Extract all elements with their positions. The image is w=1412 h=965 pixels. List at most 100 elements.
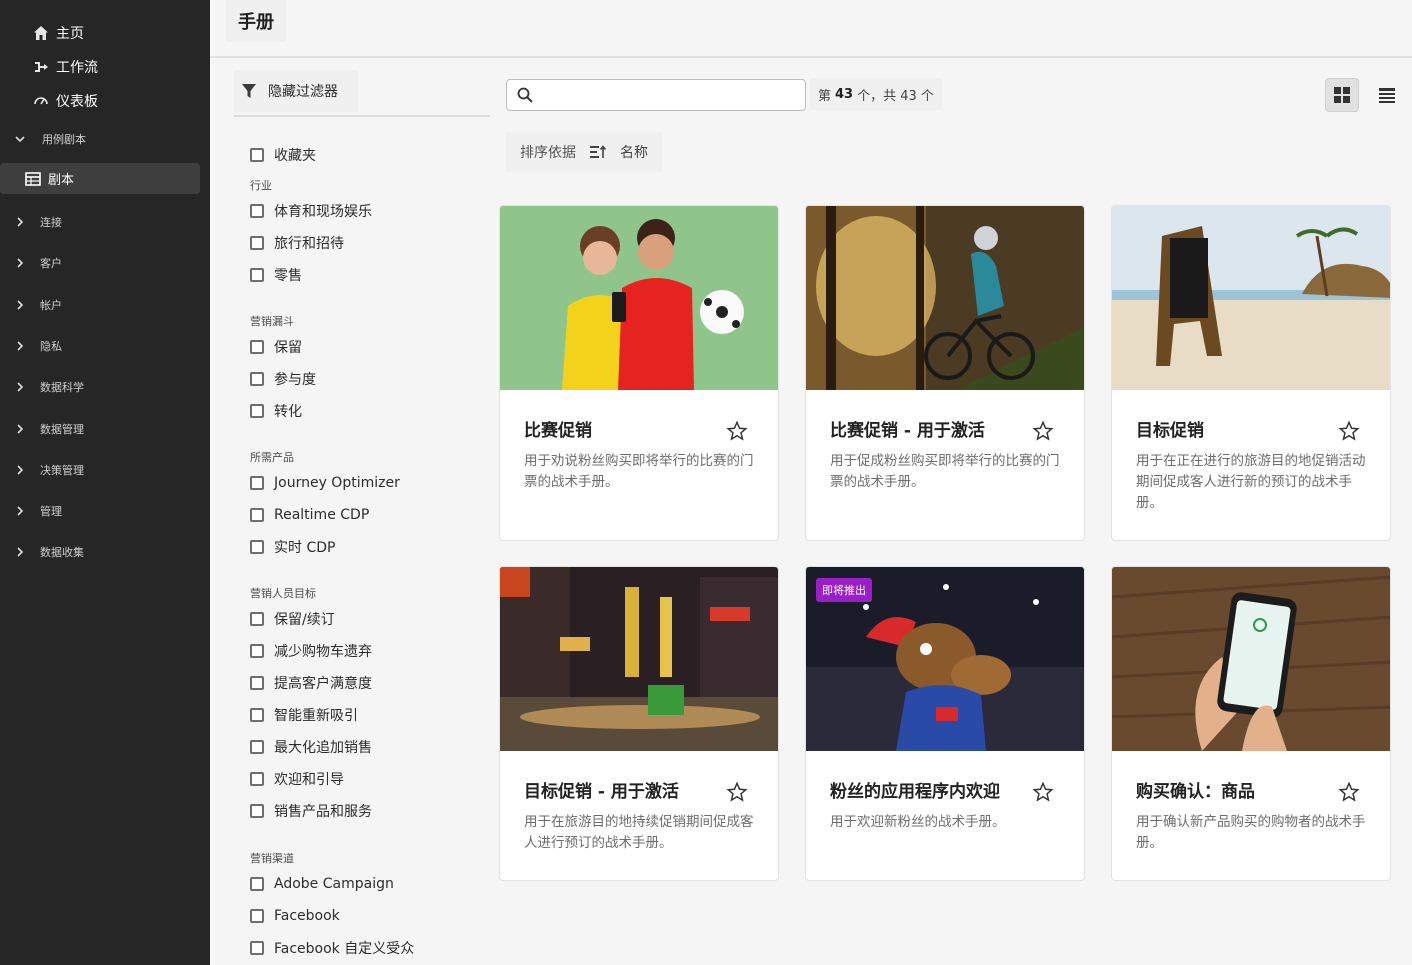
star-favorite-icon[interactable] <box>1032 420 1054 442</box>
filter-checkbox-option[interactable]: 体育和现场娱乐 <box>250 201 372 221</box>
playbook-card[interactable]: 购买确认：商品 用于确认新产品购买的购物者的战术手册。 <box>1111 566 1391 881</box>
star-favorite-icon[interactable] <box>1338 420 1360 442</box>
checkbox[interactable] <box>250 612 264 626</box>
checkbox[interactable] <box>250 708 264 722</box>
filter-checkbox-option[interactable]: Journey Optimizer <box>250 473 400 493</box>
checkbox[interactable] <box>250 476 264 490</box>
list-view-button[interactable] <box>1370 78 1404 112</box>
filter-checkbox-option[interactable]: 欢迎和引导 <box>250 769 344 789</box>
nav-item-dashboards[interactable]: 仪表板 <box>0 86 210 116</box>
nav-item-playbooks[interactable]: 剧本 <box>0 163 200 194</box>
nav-section-5[interactable]: 数据科学 <box>0 372 210 402</box>
nav-section-6[interactable]: 数据管理 <box>0 414 210 444</box>
checkbox[interactable] <box>250 508 264 522</box>
filter-checkbox-option[interactable]: 参与度 <box>250 369 316 389</box>
filter-group-label: 营销漏斗 <box>250 315 294 328</box>
card-image <box>500 567 778 751</box>
star-favorite-icon[interactable] <box>1032 781 1054 803</box>
filter-checkbox-option[interactable]: 智能重新吸引 <box>250 705 358 725</box>
search-field[interactable] <box>506 79 806 111</box>
star-favorite-icon[interactable] <box>726 781 748 803</box>
checkbox[interactable] <box>250 268 264 282</box>
filter-checkbox-option[interactable]: 提高客户满意度 <box>250 673 372 693</box>
checkbox[interactable] <box>250 740 264 754</box>
nav-section-8[interactable]: 管理 <box>0 496 210 526</box>
filter-checkbox-option[interactable]: 旅行和招待 <box>250 233 344 253</box>
grid-view-icon <box>1334 87 1350 103</box>
star-favorite-icon[interactable] <box>726 420 748 442</box>
card-description: 用于劝说粉丝购买即将举行的比赛的门票的战术手册。 <box>524 453 754 490</box>
sort-label: 排序依据 <box>520 145 576 161</box>
playbook-card[interactable]: 即将推出 粉丝的应用程序内欢迎 用于欢迎新粉丝的战术手册。 <box>805 566 1085 881</box>
result-count-suffix: 个，共 43 个 <box>857 88 934 104</box>
filter-checkbox-option[interactable]: 最大化追加销售 <box>250 737 372 757</box>
list-view-icon <box>1379 87 1395 103</box>
filter-checkbox-option[interactable]: 保留 <box>250 337 302 357</box>
checkbox-label: 最大化追加销售 <box>274 740 372 756</box>
page-title: 手册 <box>226 0 286 42</box>
nav-item-home[interactable]: 主页 <box>0 18 210 48</box>
filter-checkbox-option[interactable]: 保留/续订 <box>250 609 335 629</box>
filter-checkbox-option[interactable]: Realtime CDP <box>250 505 369 525</box>
checkbox[interactable] <box>250 877 264 891</box>
nav-section-label: 连接 <box>40 216 62 229</box>
filter-checkbox-option[interactable]: Adobe Campaign <box>250 874 394 894</box>
checkbox[interactable] <box>250 540 264 554</box>
star-favorite-icon[interactable] <box>1338 781 1360 803</box>
checkbox[interactable] <box>250 148 264 162</box>
hide-filters-button[interactable]: 隐藏过滤器 <box>234 70 358 112</box>
filter-checkbox-favorites[interactable]: 收藏夹 <box>250 145 316 165</box>
checkbox[interactable] <box>250 404 264 418</box>
sort-value[interactable]: 名称 <box>620 142 648 162</box>
checkbox[interactable] <box>250 804 264 818</box>
nav-section-9[interactable]: 数据收集 <box>0 537 210 567</box>
checkbox[interactable] <box>250 372 264 386</box>
search-input[interactable] <box>541 87 791 103</box>
nav-section-3[interactable]: 帐户 <box>0 290 210 320</box>
table-icon <box>24 170 42 188</box>
card-description: 用于在正在进行的旅游目的地促销活动期间促成客人进行新的预订的战术手册。 <box>1136 453 1366 511</box>
card-image <box>500 206 778 390</box>
checkbox-label: 旅行和招待 <box>274 236 344 252</box>
filter-icon <box>242 83 256 99</box>
checkbox[interactable] <box>250 204 264 218</box>
playbook-card[interactable]: 目标促销 用于在正在进行的旅游目的地促销活动期间促成客人进行新的预订的战术手册。 <box>1111 205 1391 541</box>
nav-section-2[interactable]: 客户 <box>0 248 210 278</box>
filter-checkbox-option[interactable]: 实时 CDP <box>250 537 335 557</box>
sort-ascending-icon[interactable] <box>590 145 606 159</box>
playbook-card[interactable]: 比赛促销 - 用于激活 用于促成粉丝购买即将举行的比赛的门票的战术手册。 <box>805 205 1085 541</box>
chevron-right-icon <box>14 505 26 517</box>
filter-checkbox-option[interactable]: 零售 <box>250 265 302 285</box>
checkbox[interactable] <box>250 909 264 923</box>
filter-checkbox-option[interactable]: 减少购物车遗弃 <box>250 641 372 661</box>
checkbox[interactable] <box>250 340 264 354</box>
playbook-card[interactable]: 目标促销 - 用于激活 用于在旅游目的地持续促销期间促成客人进行预订的战术手册。 <box>499 566 779 881</box>
checkbox-label: 保留 <box>274 340 302 356</box>
nav-section-playbooks[interactable]: 用例剧本 <box>0 124 210 154</box>
nav-section-label: 数据管理 <box>40 423 84 436</box>
checkbox[interactable] <box>250 236 264 250</box>
card-title: 比赛促销 <box>524 421 592 441</box>
grid-view-button[interactable] <box>1325 78 1359 112</box>
checkbox-label: Adobe Campaign <box>274 876 394 892</box>
checkbox[interactable] <box>250 772 264 786</box>
checkbox[interactable] <box>250 644 264 658</box>
result-count: 第 43 个，共 43 个 <box>810 78 942 110</box>
nav-section-4[interactable]: 隐私 <box>0 331 210 361</box>
nav-section-1[interactable]: 连接 <box>0 207 210 237</box>
filter-divider <box>234 115 490 117</box>
checkbox-label: Journey Optimizer <box>274 475 400 491</box>
filter-checkbox-option[interactable]: Facebook <box>250 906 340 926</box>
checkbox[interactable] <box>250 941 264 955</box>
nav-item-label: 工作流 <box>56 60 98 76</box>
sort-control[interactable]: 排序依据 名称 <box>506 132 662 172</box>
filter-checkbox-option[interactable]: 转化 <box>250 401 302 421</box>
home-icon <box>32 24 50 42</box>
nav-item-workflows[interactable]: 工作流 <box>0 52 210 82</box>
playbook-card[interactable]: 比赛促销 用于劝说粉丝购买即将举行的比赛的门票的战术手册。 <box>499 205 779 541</box>
nav-section-label: 决策管理 <box>40 464 84 477</box>
checkbox[interactable] <box>250 676 264 690</box>
filter-checkbox-option[interactable]: 销售产品和服务 <box>250 801 372 821</box>
nav-section-7[interactable]: 决策管理 <box>0 455 210 485</box>
filter-checkbox-option[interactable]: Facebook 自定义受众 <box>250 938 414 958</box>
